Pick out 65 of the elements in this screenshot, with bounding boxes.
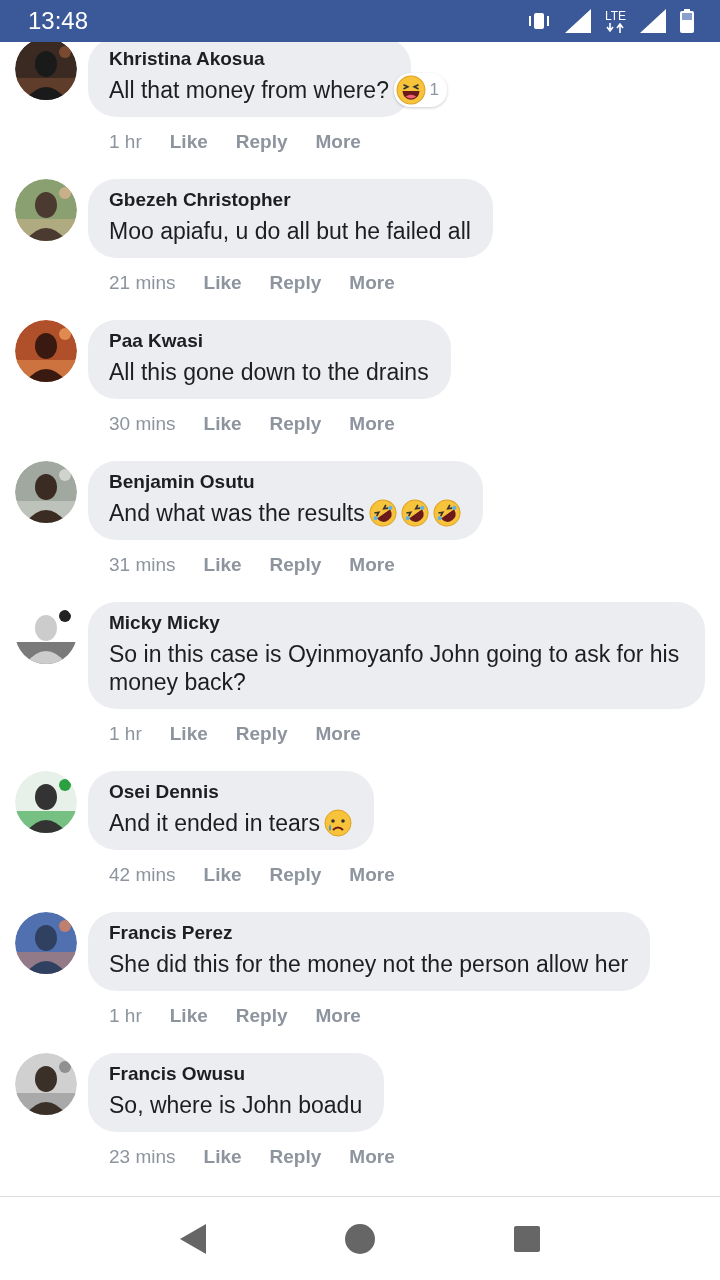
comment-action-link[interactable]: More bbox=[349, 413, 395, 435]
commenter-name[interactable]: Osei Dennis bbox=[109, 781, 352, 803]
commenter-name[interactable]: Gbezeh Christopher bbox=[109, 189, 471, 211]
comment-action-link[interactable]: Like bbox=[203, 554, 242, 576]
battery-icon bbox=[680, 9, 694, 33]
back-icon[interactable] bbox=[179, 1223, 206, 1254]
recents-icon[interactable] bbox=[514, 1225, 541, 1252]
reaction-badge[interactable]: 1 bbox=[394, 73, 447, 107]
comment-action-link[interactable]: Reply bbox=[235, 131, 288, 153]
comment-time: 23 mins bbox=[109, 1146, 176, 1168]
comment-action-link[interactable]: More bbox=[349, 1146, 395, 1168]
network-label: LTE bbox=[604, 9, 626, 22]
commenter-name[interactable]: Paa Kwasi bbox=[109, 330, 429, 352]
home-icon[interactable] bbox=[345, 1223, 375, 1254]
comment-action-link[interactable]: Reply bbox=[235, 723, 288, 745]
comment-action-link[interactable]: More bbox=[315, 1005, 361, 1027]
signal-icon bbox=[564, 9, 591, 33]
comment-action-link[interactable]: Reply bbox=[269, 1146, 322, 1168]
comment-text: All this gone down to the drains bbox=[109, 358, 429, 386]
comment-action-link[interactable]: Like bbox=[203, 272, 242, 294]
comment-action-link[interactable]: Like bbox=[169, 1005, 208, 1027]
vibrate-icon bbox=[526, 12, 551, 30]
comment-time: 21 mins bbox=[109, 272, 176, 294]
comment-time: 42 mins bbox=[109, 864, 176, 886]
comment-action-link[interactable]: Like bbox=[203, 864, 242, 886]
comment-text: And it ended in tears bbox=[109, 809, 320, 837]
comment-text: And what was the results bbox=[109, 499, 365, 527]
comment-action-link[interactable]: Like bbox=[203, 1146, 242, 1168]
comment-text: So, where is John boadu bbox=[109, 1091, 363, 1119]
comment-action-link[interactable]: Like bbox=[203, 413, 242, 435]
reaction-count: 1 bbox=[429, 80, 439, 100]
commenter-name[interactable]: Micky Micky bbox=[109, 612, 683, 634]
rolling-laughing-face-icon bbox=[432, 499, 461, 527]
comment-action-link[interactable]: Reply bbox=[269, 272, 322, 294]
status-time: 13:48 bbox=[28, 7, 89, 35]
comment-text: Moo apiafu, u do all but he failed all bbox=[109, 217, 471, 245]
signal-icon bbox=[640, 9, 666, 33]
laughing-face-icon bbox=[396, 75, 427, 105]
comment-text: She did this for the money not the person allow her bbox=[109, 950, 629, 978]
comment-time: 1 hr bbox=[109, 131, 142, 153]
comment-action-link[interactable]: Reply bbox=[269, 413, 322, 435]
comment-action-link[interactable]: More bbox=[349, 272, 395, 294]
comment-action-link[interactable]: Like bbox=[169, 723, 208, 745]
comment-text: All that money from where? bbox=[109, 76, 389, 104]
comment-action-link[interactable]: Reply bbox=[269, 554, 322, 576]
crying-face-icon bbox=[324, 809, 352, 837]
rolling-laughing-face-icon bbox=[368, 499, 397, 527]
comment-action-link[interactable]: Reply bbox=[269, 864, 322, 886]
comment-time: 1 hr bbox=[109, 1005, 142, 1027]
comment-time: 1 hr bbox=[109, 723, 142, 745]
comment-time: 31 mins bbox=[109, 554, 176, 576]
commenter-name[interactable]: Francis Owusu bbox=[109, 1063, 363, 1085]
commenter-name[interactable]: Francis Perez bbox=[109, 922, 629, 944]
rolling-laughing-face-icon bbox=[400, 499, 429, 527]
comment-action-link[interactable]: More bbox=[315, 131, 361, 153]
comment-action-link[interactable]: More bbox=[315, 723, 361, 745]
comment-text: So in this case is Oyinmoyanfo John going to ask for his money back? bbox=[109, 640, 681, 696]
data-arrows-icon bbox=[606, 22, 625, 33]
commenter-name[interactable]: Benjamin Osutu bbox=[109, 471, 461, 493]
comment-action-link[interactable]: More bbox=[349, 554, 395, 576]
comment-action-link[interactable]: More bbox=[349, 864, 395, 886]
comment-time: 30 mins bbox=[109, 413, 176, 435]
comment-action-link[interactable]: Like bbox=[169, 131, 208, 153]
commenter-name[interactable]: Khristina Akosua bbox=[109, 48, 389, 70]
comment-action-link[interactable]: Reply bbox=[235, 1005, 288, 1027]
